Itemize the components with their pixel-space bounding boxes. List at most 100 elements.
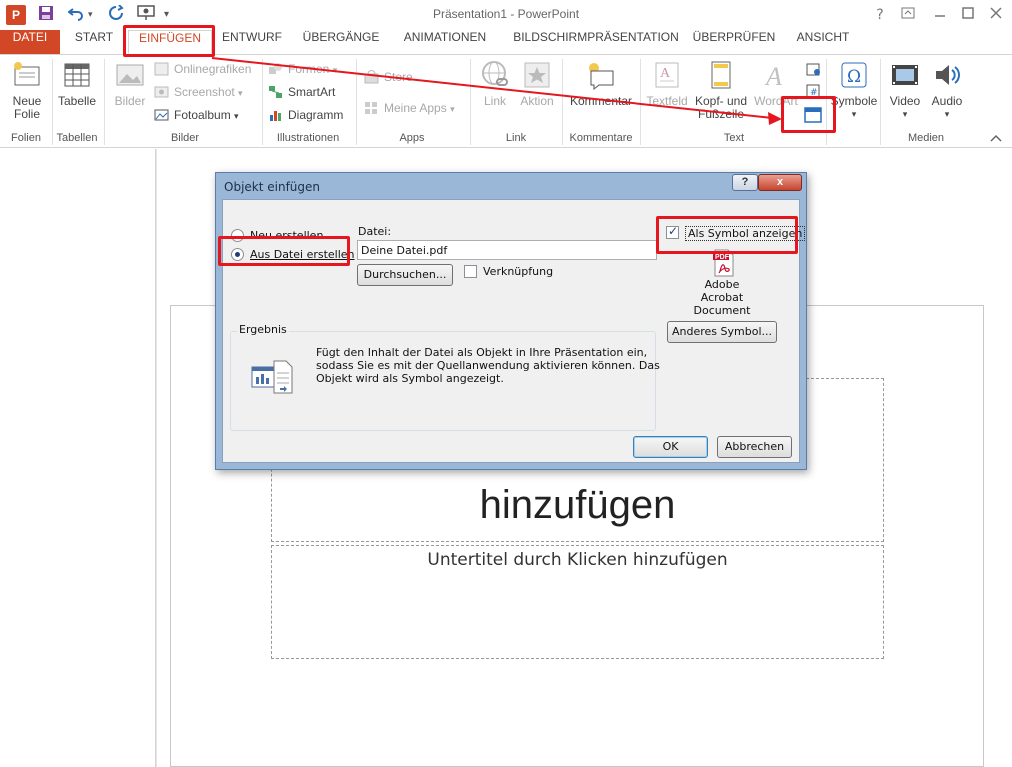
collapse-ribbon-icon[interactable]: [990, 131, 1002, 145]
maximize-icon[interactable]: [958, 5, 978, 25]
symbol-caption-1: Adobe: [704, 278, 740, 291]
smartart-icon: [268, 85, 283, 99]
group-label-bilder: Bilder: [170, 132, 200, 144]
group-label-kommentare: Kommentare: [569, 132, 633, 144]
radio-create-new[interactable]: [231, 229, 244, 242]
tab-animationen[interactable]: ANIMATIONEN: [392, 30, 498, 54]
browse-button[interactable]: Durchsuchen...: [357, 264, 453, 286]
tab-start[interactable]: START: [64, 30, 124, 54]
file-label: Datei:: [358, 225, 392, 238]
tab-ansicht[interactable]: ANSICHT: [786, 30, 860, 54]
action-button[interactable]: Aktion: [516, 59, 558, 108]
chevron-down-icon: ▾: [450, 104, 455, 114]
chevron-down-icon: ▾: [944, 109, 950, 119]
symbols-button[interactable]: Ω Symbole ▾: [830, 59, 878, 121]
tab-bildschirmpraesentation[interactable]: BILDSCHIRMPRÄSENTATION: [504, 30, 688, 54]
screenshot-label: Screenshot: [174, 85, 235, 99]
cancel-button[interactable]: Abbrechen: [717, 436, 792, 458]
shapes-label: Formen: [288, 62, 330, 76]
chart-icon: [268, 108, 283, 122]
link-checkbox-label[interactable]: Verknüpfung: [483, 265, 553, 278]
smartart-label: SmartArt: [288, 85, 336, 99]
radio-create-new-label[interactable]: Neu erstellen: [250, 229, 323, 242]
link-checkbox[interactable]: [464, 265, 477, 278]
result-text-line-1: Fügt den Inhalt der Datei als Objekt in …: [316, 346, 648, 359]
ribbon-separator: [470, 59, 471, 145]
group-label-medien: Medien: [907, 132, 945, 144]
ribbon-separator: [52, 59, 53, 145]
tab-ueberpruefen[interactable]: ÜBERPRÜFEN: [690, 30, 778, 54]
svg-text:Ω: Ω: [847, 67, 861, 87]
group-label-folien: Folien: [11, 132, 41, 144]
online-pictures-icon: [154, 62, 169, 76]
wordart-label: WordArt: [754, 94, 798, 108]
dialog-body: Neu erstellen Aus Datei erstellen Datei:…: [222, 199, 806, 463]
dialog-close-button[interactable]: x: [758, 174, 802, 191]
date-time-button[interactable]: [804, 59, 822, 79]
title-placeholder-text: hinzufügen: [479, 483, 676, 527]
ok-button[interactable]: OK: [633, 436, 708, 458]
new-slide-label-2: Folie: [13, 107, 40, 121]
change-icon-button[interactable]: Anderes Symbol...: [667, 321, 777, 343]
action-star-icon: [521, 59, 553, 91]
ribbon-separator: [104, 59, 105, 145]
insert-object-button[interactable]: [802, 105, 824, 125]
online-pictures-button[interactable]: Onlinegrafiken: [154, 59, 251, 79]
shapes-button[interactable]: Formen ▾: [268, 59, 337, 79]
ribbon-separator: [880, 59, 881, 145]
svg-text:#: #: [810, 88, 818, 98]
close-icon[interactable]: [986, 5, 1006, 25]
file-path-input[interactable]: [357, 240, 657, 260]
comment-button[interactable]: Kommentar: [566, 59, 636, 108]
tab-einfuegen[interactable]: EINFÜGEN: [128, 30, 212, 54]
textbox-icon: A: [651, 59, 683, 91]
object-icon: [804, 107, 822, 123]
pictures-button[interactable]: Bilder: [110, 59, 150, 108]
screenshot-button[interactable]: Screenshot ▾: [154, 82, 243, 102]
chevron-down-icon: ▾: [902, 109, 908, 119]
header-footer-icon: [705, 59, 737, 91]
header-footer-button[interactable]: Kopf- und Fußzeile: [690, 59, 752, 121]
table-button[interactable]: Tabelle: [54, 59, 100, 108]
wordart-icon: A: [760, 59, 792, 91]
video-button[interactable]: Video ▾: [884, 59, 926, 121]
ribbon: Neue Folie Folien Tabelle Tabellen Bilde…: [0, 54, 1012, 148]
subtitle-placeholder-text: Untertitel durch Klicken hinzufügen: [427, 550, 728, 570]
tab-entwurf[interactable]: ENTWURF: [216, 30, 288, 54]
result-text-line-2: sodass Sie es mit der Quellanwendung akt…: [316, 359, 660, 372]
show-as-icon-checkbox[interactable]: [666, 224, 679, 239]
help-icon[interactable]: ?: [870, 5, 890, 25]
slide-number-button[interactable]: #: [804, 81, 822, 101]
symbols-label: Symbole: [830, 94, 878, 108]
store-label: Store: [384, 70, 413, 84]
radio-create-from-file[interactable]: [231, 248, 244, 261]
pictures-label: Bilder: [114, 94, 146, 108]
video-label: Video: [889, 94, 921, 108]
dialog-help-button[interactable]: ?: [732, 174, 758, 191]
link-button[interactable]: Link: [476, 59, 514, 108]
store-button[interactable]: Store: [364, 67, 413, 87]
subtitle-placeholder[interactable]: Untertitel durch Klicken hinzufügen: [271, 545, 884, 659]
my-apps-label: Meine Apps: [384, 101, 447, 115]
photo-album-button[interactable]: Fotoalbum ▾: [154, 105, 239, 125]
smartart-button[interactable]: SmartArt: [268, 82, 335, 102]
film-icon: [889, 59, 921, 91]
new-slide-button[interactable]: Neue Folie: [6, 59, 48, 121]
slide-thumbnail-pane[interactable]: [0, 149, 156, 767]
audio-button[interactable]: Audio ▾: [926, 59, 968, 121]
store-icon: [364, 70, 379, 84]
wordart-button[interactable]: A WordArt: [752, 59, 800, 108]
radio-create-from-file-label[interactable]: Aus Datei erstellen: [250, 248, 355, 261]
chart-button[interactable]: Diagramm: [268, 105, 343, 125]
show-as-icon-label[interactable]: Als Symbol anzeigen: [685, 226, 806, 241]
ribbon-display-options-icon[interactable]: [898, 5, 918, 25]
ribbon-separator: [640, 59, 641, 145]
pictures-icon: [114, 59, 146, 91]
tab-datei[interactable]: DATEI: [0, 30, 60, 54]
my-apps-button[interactable]: Meine Apps ▾: [364, 98, 455, 118]
group-label-text: Text: [723, 132, 745, 144]
minimize-icon[interactable]: [930, 5, 950, 25]
textbox-button[interactable]: A Textfeld: [644, 59, 690, 108]
group-label-tabellen: Tabellen: [56, 132, 98, 144]
tab-uebergaenge[interactable]: ÜBERGÄNGE: [296, 30, 386, 54]
